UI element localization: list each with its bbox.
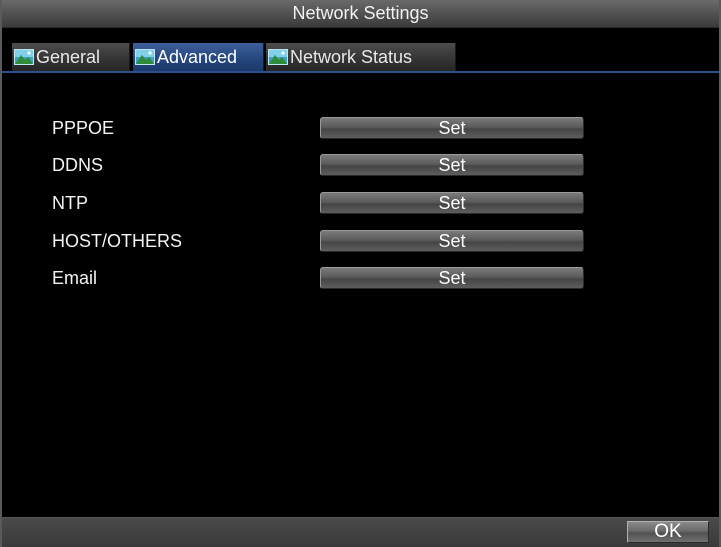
ddns-set-button[interactable]: Set [320,154,584,176]
landscape-icon [14,49,34,65]
tab-bar: General Advanced Network Status [2,43,719,73]
tab-advanced-label: Advanced [157,46,238,67]
ntp-set-button[interactable]: Set [320,192,584,214]
network-settings-window: Network Settings General Advanced Networ… [0,0,721,547]
ok-button[interactable]: OK [627,521,709,543]
tab-general[interactable]: General [12,43,130,71]
ntp-label: NTP [52,193,88,213]
pppoe-set-button[interactable]: Set [320,117,584,139]
tab-advanced[interactable]: Advanced [133,43,264,71]
setting-row-pppoe: PPPOE Set [2,117,719,141]
landscape-icon [135,49,155,65]
setting-row-host-others: HOST/OTHERS Set [2,230,719,254]
setting-row-ddns: DDNS Set [2,154,719,178]
footer-bar: OK [2,517,719,547]
landscape-icon [268,49,288,65]
tab-network-status[interactable]: Network Status [266,43,456,71]
ddns-label: DDNS [52,155,104,175]
host-others-label: HOST/OTHERS [52,231,183,251]
window-title: Network Settings [292,3,429,23]
setting-row-ntp: NTP Set [2,192,719,216]
host-others-set-button[interactable]: Set [320,230,584,252]
email-label: Email [52,268,98,288]
tab-general-label: General [36,46,101,67]
pppoe-label: PPPOE [52,118,115,138]
setting-row-email: Email Set [2,267,719,291]
title-bar: Network Settings [2,0,719,28]
tab-network-status-label: Network Status [290,46,413,67]
email-set-button[interactable]: Set [320,267,584,289]
